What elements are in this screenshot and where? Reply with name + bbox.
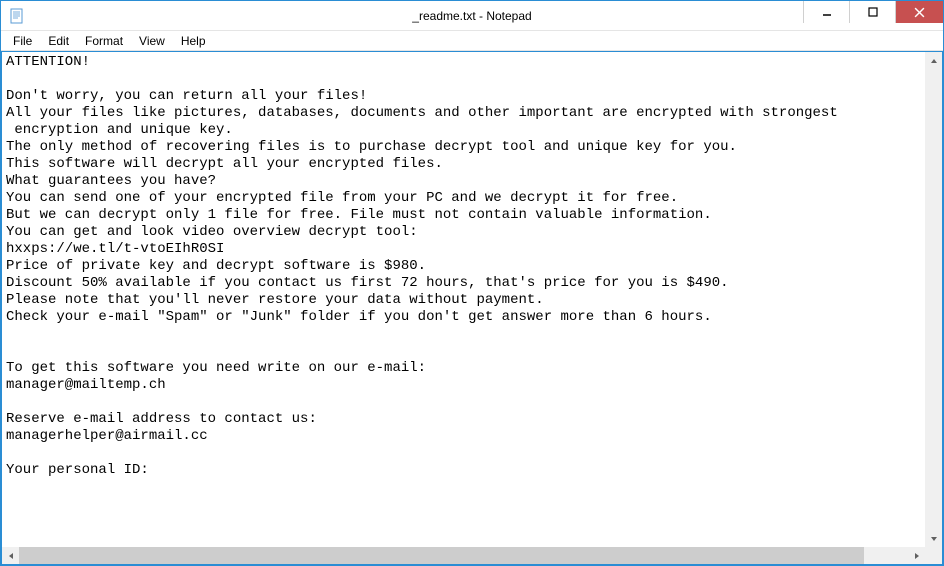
maximize-button[interactable] bbox=[849, 1, 895, 23]
titlebar[interactable]: _readme.txt - Notepad bbox=[1, 1, 943, 31]
scroll-down-button[interactable] bbox=[925, 530, 942, 547]
text-area[interactable]: ATTENTION! Don't worry, you can return a… bbox=[2, 52, 942, 564]
menu-file[interactable]: File bbox=[5, 32, 40, 50]
menubar: File Edit Format View Help bbox=[1, 31, 943, 51]
horizontal-scrollbar[interactable] bbox=[2, 547, 925, 564]
scroll-corner bbox=[925, 547, 942, 564]
vertical-scroll-track[interactable] bbox=[925, 69, 942, 530]
window-controls bbox=[803, 1, 943, 30]
content-wrapper: ATTENTION! Don't worry, you can return a… bbox=[1, 51, 943, 565]
scroll-left-button[interactable] bbox=[2, 547, 19, 564]
scroll-up-button[interactable] bbox=[925, 52, 942, 69]
menu-edit[interactable]: Edit bbox=[40, 32, 77, 50]
horizontal-scroll-thumb[interactable] bbox=[19, 547, 864, 564]
menu-view[interactable]: View bbox=[131, 32, 173, 50]
menu-format[interactable]: Format bbox=[77, 32, 131, 50]
vertical-scrollbar[interactable] bbox=[925, 52, 942, 547]
notepad-icon bbox=[9, 8, 25, 24]
close-button[interactable] bbox=[895, 1, 943, 23]
window-title: _readme.txt - Notepad bbox=[1, 9, 943, 23]
horizontal-scroll-track[interactable] bbox=[19, 547, 908, 564]
scroll-right-button[interactable] bbox=[908, 547, 925, 564]
minimize-button[interactable] bbox=[803, 1, 849, 23]
menu-help[interactable]: Help bbox=[173, 32, 214, 50]
notepad-window: _readme.txt - Notepad File Edit Format V… bbox=[0, 0, 944, 566]
